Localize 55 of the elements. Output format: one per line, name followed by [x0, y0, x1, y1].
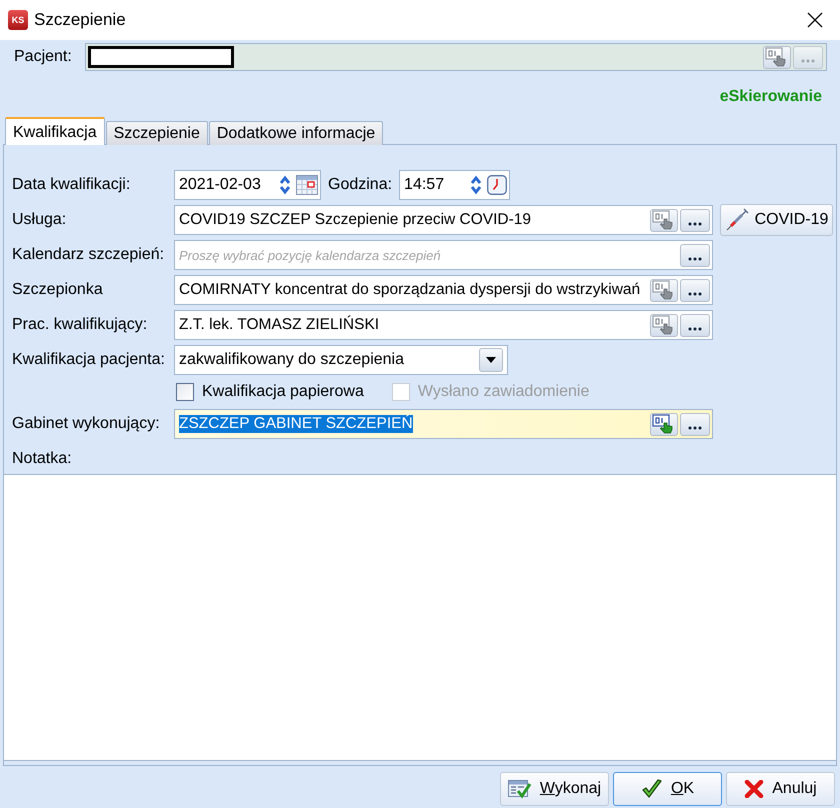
more-button[interactable]	[680, 278, 710, 302]
lookup-field[interactable]: Z.T. lek. TOMASZ ZIELIŃSKI	[174, 310, 713, 340]
execute-button[interactable]: Wykonaj	[500, 772, 609, 806]
more-button[interactable]	[680, 412, 710, 436]
ellipsis-icon	[801, 58, 815, 62]
caret-icon	[486, 357, 496, 363]
app-logo: KS	[8, 10, 28, 30]
syringe-icon	[724, 208, 749, 232]
field-label: Kwalifikacja pacjenta:	[12, 351, 166, 369]
lookup-field[interactable]: COVID19 SZCZEP Szczepienie przeciw COVID-19	[174, 205, 713, 235]
field-label: Prac. kwalifikujący:	[12, 316, 148, 334]
referral-label: eSkierowanie	[720, 88, 822, 106]
ellipsis-icon	[688, 426, 702, 430]
cancel-icon	[744, 780, 764, 798]
field-label: Godzina:	[328, 176, 392, 194]
field-label: Data kwalifikacji:	[12, 176, 132, 194]
dropdown-field[interactable]: zakwalifikowany do szczepienia	[174, 345, 508, 375]
window-title: Szczepienie	[34, 10, 126, 30]
tab[interactable]: Dodatkowe informacje	[208, 121, 384, 145]
ellipsis-icon	[688, 222, 702, 226]
dropdown-button[interactable]	[479, 348, 503, 372]
ellipsis-icon	[688, 256, 702, 260]
field-label: Kalendarz szczepień:	[12, 246, 166, 264]
field-label: Szczepionka	[12, 281, 104, 299]
ellipsis-icon	[688, 292, 702, 296]
lookup-field[interactable]: ZSZCZEP GABINET SZCZEPIEŃ	[174, 409, 713, 439]
field-label: Usługa:	[12, 211, 68, 229]
ellipsis-icon	[688, 326, 702, 330]
checkbox[interactable]	[176, 383, 194, 401]
more-button[interactable]	[680, 208, 710, 232]
checkbox-label[interactable]: Kwalifikacja papierowa	[202, 383, 364, 401]
picker-button[interactable]	[650, 208, 678, 232]
picker-button[interactable]	[650, 278, 678, 302]
field-label: Gabinet wykonujący:	[12, 415, 161, 433]
field-label: Notatka:	[12, 450, 72, 467]
checklist-icon	[508, 779, 532, 799]
checkmark-icon	[640, 779, 663, 799]
more-button[interactable]	[680, 314, 710, 336]
lookup-field[interactable]: COMIRNATY koncentrat do sporządzania dyspersji do wstrzykiwań	[174, 275, 713, 305]
ok-button[interactable]: OK	[613, 772, 722, 806]
time-field[interactable]: 14:57	[399, 170, 510, 200]
cancel-button[interactable]: Anuluj	[726, 772, 835, 806]
spin-arrows-icon[interactable]	[470, 175, 482, 195]
more-button[interactable]	[680, 244, 710, 266]
covid-button[interactable]: COVID-19	[720, 204, 833, 236]
date-field[interactable]: 2021-02-03	[174, 170, 321, 200]
spin-arrows-icon[interactable]	[279, 175, 291, 195]
clock-icon[interactable]	[487, 175, 508, 195]
calendar-icon[interactable]	[296, 175, 318, 195]
close-icon	[807, 12, 823, 28]
tab[interactable]: Szczepienie	[106, 121, 208, 145]
field-label: Pacjent:	[14, 48, 73, 66]
tab[interactable]: Kwalifikacja	[5, 117, 105, 145]
picker-button[interactable]	[650, 314, 678, 336]
picker-button[interactable]	[650, 412, 678, 436]
